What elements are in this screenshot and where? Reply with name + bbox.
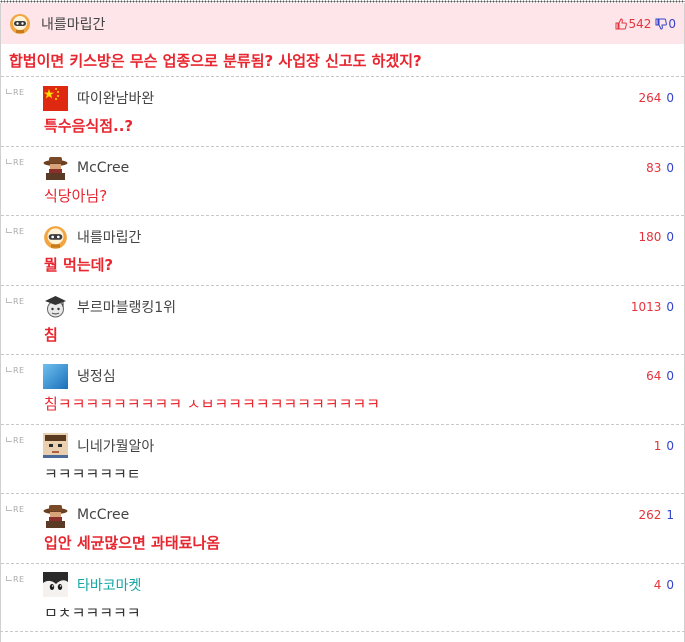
next-reply-divider (0, 631, 685, 642)
blue-square-icon (43, 363, 68, 389)
main-downvote-button[interactable]: 0 (655, 17, 676, 31)
reply-marker: RE (6, 505, 25, 514)
cowboy-icon (43, 157, 68, 180)
reply-marker: RE (6, 88, 25, 97)
reply-score: 83 0 (646, 161, 674, 175)
reply-content: 식당아님? (44, 186, 108, 205)
reply-author-name[interactable]: 타바코마켓 (77, 575, 654, 595)
reply-score: 64 0 (646, 369, 674, 383)
reply-item: RE 타바코마켓 40 ㅁㅊㅋㅋㅋㅋㅋ (1, 562, 684, 633)
anime-face-icon (43, 572, 68, 597)
reply-downvote-count[interactable]: 0 (666, 578, 674, 592)
reply-upvote-count[interactable]: 64 (646, 369, 661, 383)
graduate-icon (45, 296, 66, 318)
reply-content: ㅋㅋㅋㅋㅋㅋㅌ (44, 464, 141, 483)
main-comment-content: 합법이면 키스방은 무슨 업종으로 분류됨? 사업장 신고도 하겠지? (9, 52, 422, 70)
reply-score: 180 0 (638, 230, 674, 244)
reply-downvote-count[interactable]: 0 (666, 300, 674, 314)
reply-marker: RE (6, 366, 25, 375)
thumbs-up-icon (615, 17, 628, 29)
reply-content: 특수음식점..? (44, 117, 134, 135)
reply-downvote-count[interactable]: 0 (666, 369, 674, 383)
reply-marker: RE (6, 227, 25, 236)
reply-item: RE McCree 83 0 식당아님? (1, 145, 684, 216)
reply-author-name[interactable]: McCree (77, 507, 638, 523)
reply-item: RE 따이완남바완 264 0 특수음식점..? (1, 76, 684, 146)
reply-downvote-count[interactable]: 0 (666, 439, 674, 453)
reply-upvote-count[interactable]: 4 (654, 578, 662, 592)
reply-upvote-count[interactable]: 1 (654, 439, 662, 453)
reply-author-name[interactable]: 부르마블랭킹1위 (77, 297, 631, 317)
reply-author-name[interactable]: 따이완남바완 (77, 88, 638, 108)
reply-upvote-count[interactable]: 262 (638, 508, 661, 522)
main-vote-box: 542 0 (615, 17, 676, 31)
main-upvote-button[interactable]: 542 (615, 17, 651, 31)
reply-author-name[interactable]: 내를마립간 (77, 227, 638, 247)
reply-score: 40 (654, 578, 674, 592)
reply-author-name[interactable]: 냉정심 (77, 366, 646, 386)
reply-author-name[interactable]: McCree (77, 160, 646, 176)
reply-downvote-count[interactable]: 1 (666, 508, 674, 522)
reply-item: RE 냉정심 64 0 침ㅋㅋㅋㅋㅋㅋㅋㅋㅋ ㅅㅂㅋㅋㅋㅋㅋㅋㅋㅋㅋㅋㅋㅋ (1, 354, 684, 424)
reply-content: 입안 세균많으면 과태료나옴 (44, 534, 221, 552)
thumbs-down-icon (655, 18, 668, 30)
reply-downvote-count[interactable]: 0 (666, 161, 674, 175)
reply-author-name[interactable]: 니네가뭘알아 (77, 436, 654, 456)
china-flag-icon (43, 85, 68, 111)
reply-item: RE 내를마립간 180 0 뭘 먹는데? (1, 215, 684, 285)
pixel-face-icon (43, 433, 68, 458)
reply-upvote-count[interactable]: 1013 (631, 300, 662, 314)
reply-content: 뭘 먹는데? (44, 256, 114, 274)
reply-item: RE 니네가뭘알아 10 ㅋㅋㅋㅋㅋㅋㅌ (1, 423, 684, 494)
reply-item: RE McCree 262 1 입안 세균많으면 과태료나옴 (1, 493, 684, 563)
main-upvote-count: 542 (628, 16, 652, 31)
main-author-name[interactable]: 내를마립간 (41, 14, 615, 34)
comment-thread: 내를마립간 542 0 합법이면 키스방은 무슨 업종으로 분류됨? 사업장 신… (0, 3, 685, 642)
reply-marker: RE (6, 297, 25, 306)
reply-upvote-count[interactable]: 83 (646, 161, 661, 175)
astronaut-icon (44, 225, 67, 249)
reply-score: 10 (654, 439, 674, 453)
reply-marker: RE (6, 575, 25, 584)
reply-score: 264 0 (638, 91, 674, 105)
reply-marker: RE (6, 436, 25, 445)
reply-downvote-count[interactable]: 0 (666, 230, 674, 244)
reply-content: 침 (44, 325, 58, 344)
reply-score: 262 1 (638, 508, 674, 522)
cowboy-icon (43, 504, 68, 528)
main-downvote-count: 0 (668, 16, 676, 31)
reply-upvote-count[interactable]: 180 (638, 230, 661, 244)
reply-content: ㅁㅊㅋㅋㅋㅋㅋ (44, 603, 141, 622)
reply-upvote-count[interactable]: 264 (638, 91, 661, 105)
astronaut-icon (10, 13, 30, 34)
reply-content: 침ㅋㅋㅋㅋㅋㅋㅋㅋㅋ ㅅㅂㅋㅋㅋㅋㅋㅋㅋㅋㅋㅋㅋㅋ (44, 395, 380, 413)
main-comment-header: 내를마립간 542 0 (1, 3, 684, 44)
reply-score: 1013 0 (631, 300, 674, 314)
reply-downvote-count[interactable]: 0 (666, 91, 674, 105)
reply-marker: RE (6, 158, 25, 167)
reply-item: RE 부르마블랭킹1위 1013 0 침 (1, 284, 684, 355)
